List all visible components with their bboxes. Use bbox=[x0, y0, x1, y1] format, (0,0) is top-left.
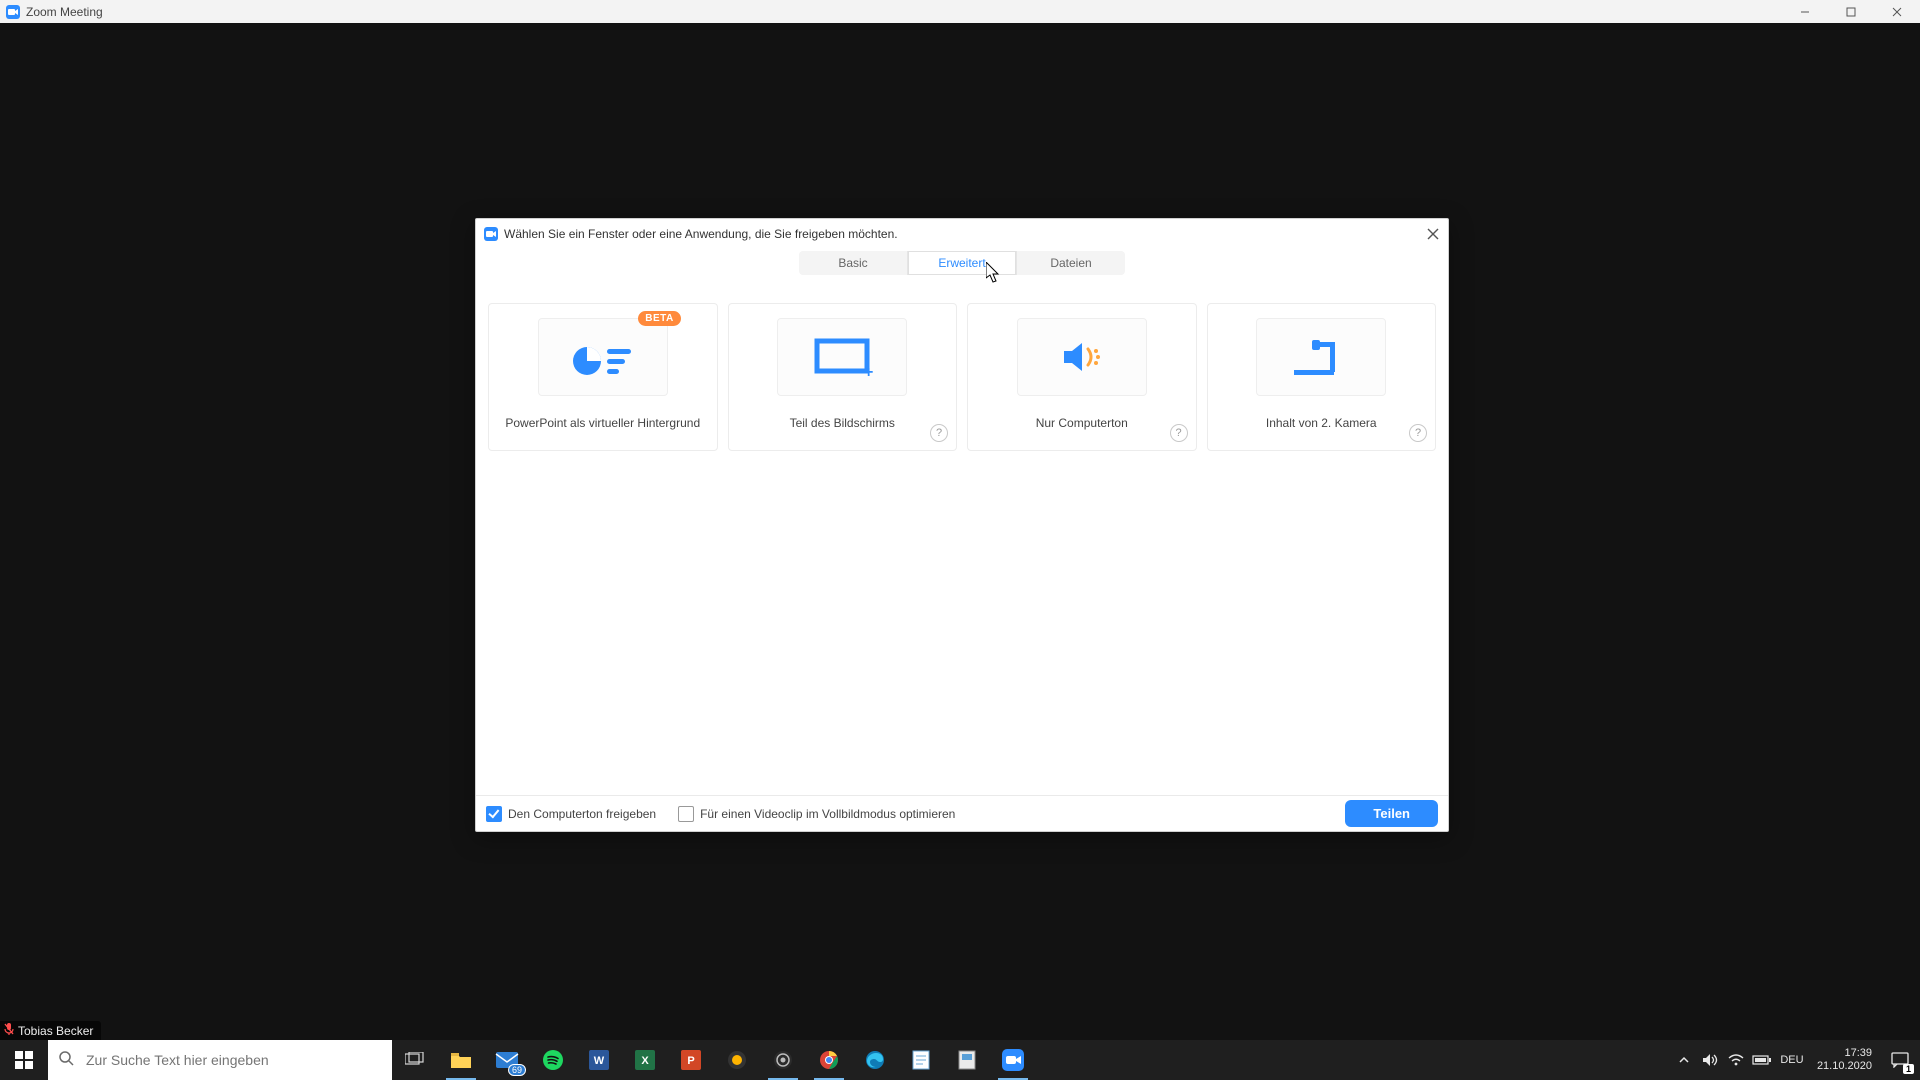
tray-wifi-icon[interactable] bbox=[1723, 1040, 1749, 1080]
tray-overflow-button[interactable] bbox=[1671, 1040, 1697, 1080]
dialog-title: Wählen Sie ein Fenster oder eine Anwendu… bbox=[504, 227, 898, 241]
share-options-grid: BETA PowerPoint als virtueller Hintergru… bbox=[476, 275, 1448, 451]
app-word[interactable]: W bbox=[576, 1040, 622, 1080]
tray-date: 21.10.2020 bbox=[1817, 1060, 1872, 1073]
option-label: Teil des Bildschirms bbox=[790, 416, 895, 430]
document-camera-icon bbox=[1256, 318, 1386, 396]
tray-clock[interactable]: 17:39 21.10.2020 bbox=[1809, 1047, 1880, 1073]
tab-advanced[interactable]: Erweitert bbox=[907, 251, 1016, 275]
checkbox-label: Für einen Videoclip im Vollbildmodus opt… bbox=[700, 807, 955, 821]
mail-badge: 69 bbox=[508, 1064, 526, 1076]
help-icon[interactable]: ? bbox=[1170, 424, 1188, 442]
dialog-footer: Den Computerton freigeben Für einen Vide… bbox=[476, 795, 1448, 831]
zoom-app-icon bbox=[484, 227, 498, 241]
app-mail[interactable]: 69 bbox=[484, 1040, 530, 1080]
participant-name-overlay: Tobias Becker bbox=[0, 1021, 101, 1040]
window-maximize-button[interactable] bbox=[1828, 0, 1874, 23]
app-spotify[interactable] bbox=[530, 1040, 576, 1080]
taskbar-search[interactable] bbox=[48, 1040, 392, 1080]
speaker-icon bbox=[1017, 318, 1147, 396]
option-label: Inhalt von 2. Kamera bbox=[1266, 416, 1377, 430]
option-powerpoint-virtual-bg[interactable]: BETA PowerPoint als virtueller Hintergru… bbox=[488, 303, 718, 451]
option-computer-audio[interactable]: Nur Computerton ? bbox=[967, 303, 1197, 451]
window-close-button[interactable] bbox=[1874, 0, 1920, 23]
app-excel[interactable]: X bbox=[622, 1040, 668, 1080]
checkbox-optimize-video[interactable]: Für einen Videoclip im Vollbildmodus opt… bbox=[678, 806, 955, 822]
tray-action-center-button[interactable]: 1 bbox=[1880, 1040, 1920, 1080]
help-icon[interactable]: ? bbox=[1409, 424, 1427, 442]
zoom-app-icon bbox=[6, 5, 20, 19]
dialog-close-button[interactable] bbox=[1424, 225, 1442, 243]
participant-name-text: Tobias Becker bbox=[18, 1024, 93, 1038]
option-portion-of-screen[interactable]: + Teil des Bildschirms ? bbox=[728, 303, 958, 451]
app-file-explorer[interactable] bbox=[438, 1040, 484, 1080]
taskbar-search-input[interactable] bbox=[84, 1051, 368, 1069]
system-tray: DEU 17:39 21.10.2020 1 bbox=[1671, 1040, 1920, 1080]
svg-text:P: P bbox=[687, 1055, 694, 1067]
windows-taskbar: 69 W X P bbox=[0, 1040, 1920, 1080]
option-label: Nur Computerton bbox=[1036, 416, 1128, 430]
window-title: Zoom Meeting bbox=[26, 5, 103, 19]
tray-language-indicator[interactable]: DEU bbox=[1775, 1040, 1809, 1080]
taskbar-pinned-apps: 69 W X P bbox=[392, 1040, 1036, 1080]
app-edge[interactable] bbox=[852, 1040, 898, 1080]
svg-text:+: + bbox=[864, 364, 873, 379]
tray-volume-icon[interactable] bbox=[1697, 1040, 1723, 1080]
task-view-button[interactable] bbox=[392, 1040, 438, 1080]
option-second-camera[interactable]: Inhalt von 2. Kamera ? bbox=[1207, 303, 1437, 451]
start-button[interactable] bbox=[0, 1040, 48, 1080]
window-minimize-button[interactable] bbox=[1782, 0, 1828, 23]
svg-text:W: W bbox=[594, 1055, 605, 1067]
share-button[interactable]: Teilen bbox=[1345, 800, 1438, 827]
app-generic-2[interactable] bbox=[944, 1040, 990, 1080]
tab-basic[interactable]: Basic bbox=[799, 251, 907, 275]
checkbox-share-computer-audio[interactable]: Den Computerton freigeben bbox=[486, 806, 656, 822]
app-obs[interactable] bbox=[760, 1040, 806, 1080]
mic-muted-icon bbox=[4, 1023, 14, 1038]
help-icon[interactable]: ? bbox=[930, 424, 948, 442]
app-zoom[interactable] bbox=[990, 1040, 1036, 1080]
tray-battery-icon[interactable] bbox=[1749, 1040, 1775, 1080]
checkbox-label: Den Computerton freigeben bbox=[508, 807, 656, 821]
app-chrome[interactable] bbox=[806, 1040, 852, 1080]
powerpoint-slides-icon: BETA bbox=[538, 318, 668, 396]
beta-badge: BETA bbox=[638, 311, 680, 326]
dialog-header: Wählen Sie ein Fenster oder eine Anwendu… bbox=[476, 219, 1448, 249]
share-screen-dialog: Wählen Sie ein Fenster oder eine Anwendu… bbox=[475, 218, 1449, 832]
screen-portion-icon: + bbox=[777, 318, 907, 396]
zoom-window-titlebar: Zoom Meeting bbox=[0, 0, 1920, 23]
tray-time: 17:39 bbox=[1844, 1047, 1872, 1060]
app-notepad[interactable] bbox=[898, 1040, 944, 1080]
option-label: PowerPoint als virtueller Hintergrund bbox=[505, 416, 700, 430]
notification-count-badge: 1 bbox=[1903, 1064, 1914, 1074]
svg-text:X: X bbox=[641, 1055, 649, 1067]
tab-files[interactable]: Dateien bbox=[1016, 251, 1125, 275]
app-generic-1[interactable] bbox=[714, 1040, 760, 1080]
share-tabs: Basic Erweitert Dateien bbox=[476, 251, 1448, 275]
app-powerpoint[interactable]: P bbox=[668, 1040, 714, 1080]
search-icon bbox=[58, 1050, 74, 1071]
